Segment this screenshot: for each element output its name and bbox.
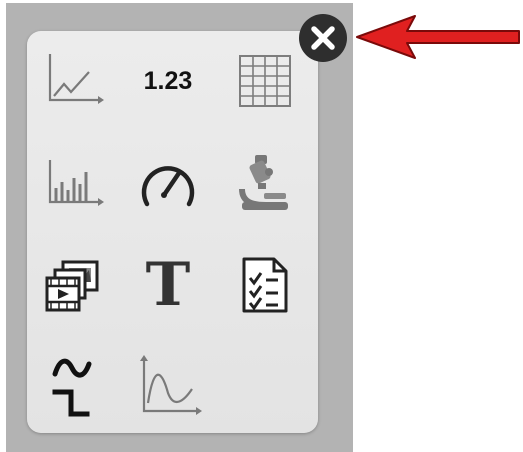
close-button[interactable] (299, 14, 347, 62)
bar-chart-button[interactable] (37, 147, 109, 219)
text-button[interactable]: T (132, 249, 204, 321)
gauge-button[interactable] (132, 147, 204, 219)
checklist-button[interactable] (229, 249, 301, 321)
numeric-value-label: 1.23 (143, 66, 193, 95)
waveform-icon (52, 358, 92, 417)
media-button[interactable] (37, 249, 109, 321)
table-grid-icon (239, 55, 291, 107)
microscope-button[interactable] (229, 147, 301, 219)
line-chart-button[interactable] (37, 45, 109, 117)
numeric-value-button[interactable]: 1.23 (132, 45, 204, 117)
bar-chart-icon (48, 160, 104, 206)
widget-palette: 1.23 T (27, 31, 318, 433)
microscope-icon (239, 155, 288, 210)
close-icon (311, 26, 335, 50)
red-arrow-icon (356, 15, 520, 59)
curve-chart-icon (140, 355, 202, 415)
media-icon (45, 260, 99, 312)
gauge-icon (141, 166, 195, 207)
curve-chart-button[interactable] (132, 351, 204, 423)
text-label: T (145, 250, 191, 320)
checklist-icon (242, 257, 288, 313)
table-button[interactable] (229, 45, 301, 117)
line-chart-icon (48, 54, 104, 104)
signal-generator-button[interactable] (37, 351, 109, 423)
